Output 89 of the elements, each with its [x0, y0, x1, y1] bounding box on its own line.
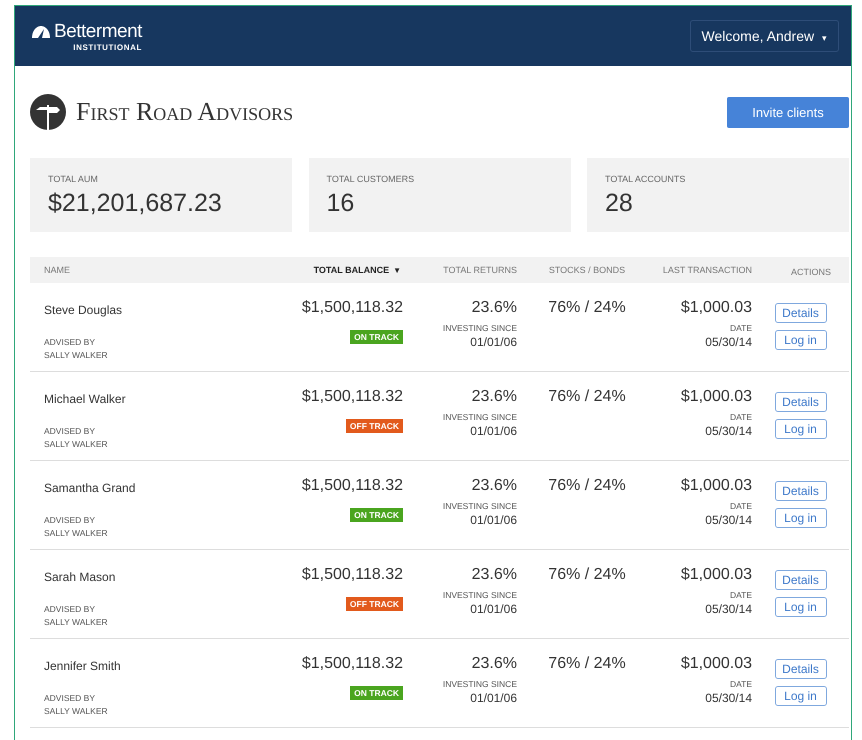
client-name: Samantha Grand [44, 481, 136, 495]
allocation-value: 76% / 24% [548, 566, 626, 584]
status-tag: ON TRACK [350, 330, 403, 344]
investing-since-date: 01/01/06 [470, 691, 517, 705]
date-label: DATE [730, 323, 752, 333]
brand-subtitle: INSTITUTIONAL [73, 42, 142, 52]
details-button[interactable]: Details [774, 481, 826, 501]
investing-since-label: INVESTING SINCE [442, 412, 517, 422]
column-header[interactable]: LAST TRANSACTION [657, 265, 752, 275]
client-name: Sarah Mason [44, 570, 116, 584]
stat-label: TOTAL ACCOUNTS [605, 174, 686, 184]
investing-since-date: 01/01/06 [470, 424, 517, 438]
investing-since-date: 01/01/06 [470, 513, 517, 527]
status-tag: OFF TRACK [346, 419, 403, 433]
advised-by-label: ADVISED BY [44, 515, 96, 525]
investing-since-date: 01/01/06 [470, 602, 517, 616]
details-button[interactable]: Details [774, 303, 826, 323]
investing-since-label: INVESTING SINCE [442, 323, 517, 333]
log-in-button[interactable]: Log in [774, 508, 826, 528]
status-tag: ON TRACK [350, 508, 403, 522]
transaction-amount: $1,000.03 [680, 566, 752, 584]
advisor-name: SALLY WALKER [44, 528, 108, 538]
column-header[interactable]: NAME [30, 265, 250, 275]
advised-by-label: ADVISED BY [44, 693, 96, 703]
transaction-amount: $1,000.03 [680, 477, 752, 495]
column-header[interactable]: STOCKS / BONDS [517, 265, 657, 275]
balance-value: $1,500,118.32 [302, 477, 403, 495]
status-tag: ON TRACK [350, 686, 403, 700]
returns-value: 23.6% [472, 655, 517, 673]
client-name: Jennifer Smith [44, 659, 121, 673]
client-name: Michael Walker [44, 392, 126, 406]
advised-by-label: ADVISED BY [44, 337, 96, 347]
date-label: DATE [730, 412, 752, 422]
allocation-value: 76% / 24% [548, 477, 626, 495]
returns-value: 23.6% [472, 477, 517, 495]
returns-value: 23.6% [472, 566, 517, 584]
allocation-value: 76% / 24% [548, 299, 626, 317]
status-tag: OFF TRACK [346, 597, 403, 611]
date-label: DATE [730, 590, 752, 600]
transaction-date: 05/30/14 [705, 335, 752, 349]
investing-since-label: INVESTING SINCE [442, 590, 517, 600]
transaction-date: 05/30/14 [705, 691, 752, 705]
stat-value: $21,201,687.23 [48, 189, 222, 218]
stat-value: 28 [605, 189, 633, 218]
investing-since-label: INVESTING SINCE [442, 501, 517, 511]
stat-label: TOTAL AUM [48, 174, 98, 184]
brand-name: Betterment [54, 20, 142, 42]
transaction-amount: $1,000.03 [680, 299, 752, 317]
advisor-name: SALLY WALKER [44, 350, 108, 360]
advisor-name: SALLY WALKER [44, 439, 108, 449]
details-button[interactable]: Details [774, 570, 826, 590]
log-in-button[interactable]: Log in [774, 686, 826, 706]
transaction-amount: $1,000.03 [680, 388, 752, 406]
log-in-button[interactable]: Log in [774, 597, 826, 617]
transaction-date: 05/30/14 [705, 602, 752, 616]
investing-since-label: INVESTING SINCE [442, 679, 517, 689]
returns-value: 23.6% [472, 388, 517, 406]
advised-by-label: ADVISED BY [44, 604, 96, 614]
details-button[interactable]: Details [774, 659, 826, 679]
allocation-value: 76% / 24% [548, 388, 626, 406]
advised-by-label: ADVISED BY [44, 426, 96, 436]
invite-clients-button[interactable]: Invite clients [727, 96, 849, 128]
logo-icon [31, 24, 51, 38]
advisor-name: SALLY WALKER [44, 617, 108, 627]
transaction-date: 05/30/14 [705, 513, 752, 527]
column-header[interactable]: TOTAL RETURNS [403, 265, 517, 275]
balance-value: $1,500,118.32 [302, 655, 403, 673]
advisor-name: SALLY WALKER [44, 706, 108, 716]
date-label: DATE [730, 679, 752, 689]
signpost-icon [30, 94, 66, 130]
column-header[interactable]: ACTIONS [752, 263, 849, 277]
stat-label: TOTAL CUSTOMERS [326, 174, 414, 184]
transaction-date: 05/30/14 [705, 424, 752, 438]
investing-since-date: 01/01/06 [470, 335, 517, 349]
date-label: DATE [730, 501, 752, 511]
balance-value: $1,500,118.32 [302, 566, 403, 584]
transaction-amount: $1,000.03 [680, 655, 752, 673]
balance-value: $1,500,118.32 [302, 299, 403, 317]
balance-value: $1,500,118.32 [302, 388, 403, 406]
client-name: Steve Douglas [44, 303, 122, 317]
log-in-button[interactable]: Log in [774, 419, 826, 439]
firm-name: First Road Advisors [76, 97, 294, 127]
returns-value: 23.6% [472, 299, 517, 317]
column-header[interactable]: TOTAL BALANCE ▼ [250, 265, 403, 275]
stat-value: 16 [326, 189, 354, 218]
details-button[interactable]: Details [774, 392, 826, 412]
user-menu[interactable]: Welcome, Andrew ▾ [690, 20, 839, 52]
log-in-button[interactable]: Log in [774, 330, 826, 350]
allocation-value: 76% / 24% [548, 655, 626, 673]
